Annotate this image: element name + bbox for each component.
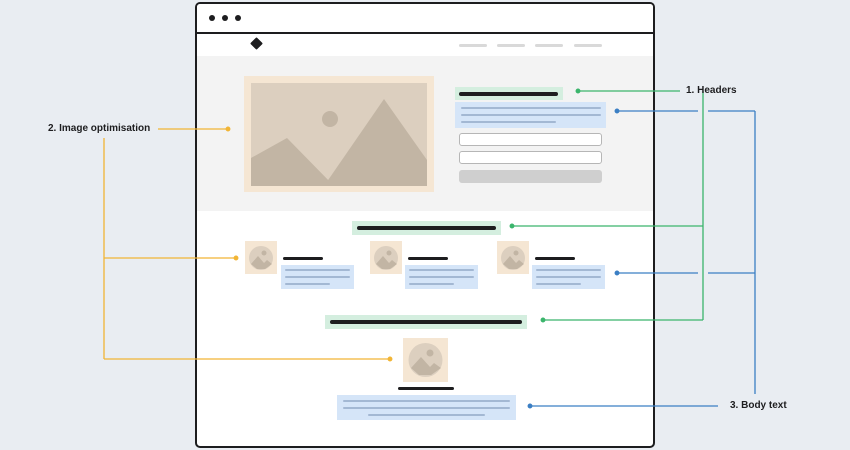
headers-label: 1. Headers (686, 85, 737, 96)
annotation-connectors (103, 88, 756, 409)
body-text-label: 3. Body text (730, 400, 787, 411)
image-optimisation-label: 2. Image optimisation (48, 123, 151, 134)
